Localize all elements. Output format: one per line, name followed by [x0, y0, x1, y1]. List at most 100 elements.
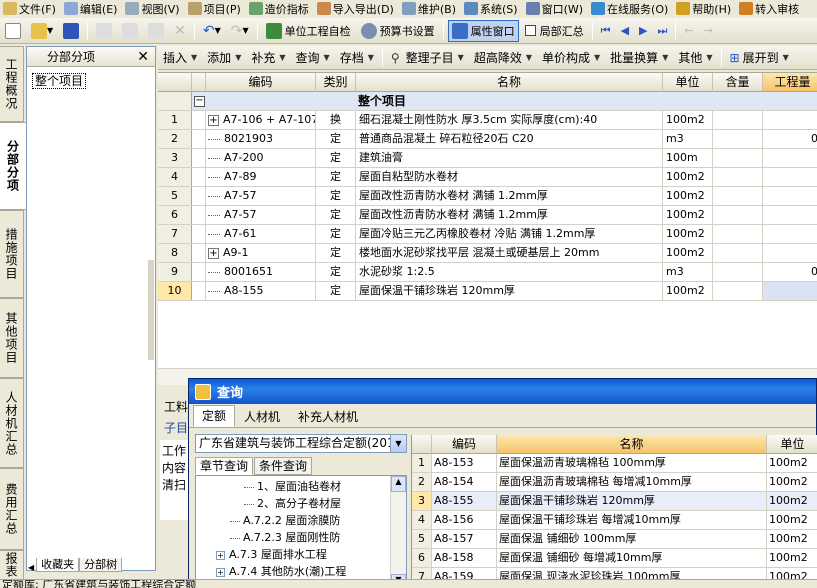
back-button[interactable]: ←: [680, 20, 697, 42]
menu-import-export[interactable]: 导入导出(D): [314, 0, 399, 17]
menu-edit-menu[interactable]: 编辑(E): [61, 0, 123, 17]
result-name-cell[interactable]: 屋面保温 铺细砂 100mm厚: [497, 530, 767, 548]
result-unit-cell[interactable]: 100m2: [767, 549, 817, 567]
type-cell[interactable]: 定: [316, 282, 356, 300]
side-tab-1[interactable]: 工程概况: [0, 46, 24, 122]
grid-toolbar-button-10[interactable]: 其他 ▼: [673, 49, 717, 66]
code-cell[interactable]: A7-57: [206, 206, 316, 224]
tree-node[interactable]: 2、高分子卷材屋: [244, 495, 341, 512]
grid-header-7[interactable]: 工程量: [763, 73, 817, 92]
code-cell[interactable]: 8001651: [206, 263, 316, 281]
paste-button[interactable]: [144, 20, 168, 42]
tab-sub-item[interactable]: 子目: [164, 419, 190, 436]
tab-division-tree[interactable]: 分部树: [79, 558, 123, 572]
name-cell[interactable]: 水泥砂浆 1:2.5: [356, 263, 663, 281]
result-code-cell[interactable]: A8-154: [432, 473, 497, 491]
content-cell[interactable]: [713, 206, 763, 224]
table-row[interactable]: 1 + A7-106 + A7-107 换细石混凝土刚性防水 厚3.5cm 实际厚度(…: [158, 111, 817, 130]
menu-help[interactable]: 帮助(H): [673, 0, 736, 17]
side-tab-3[interactable]: 措施项目: [0, 210, 24, 298]
menu-cost-index[interactable]: 造价指标: [246, 0, 314, 17]
result-name-cell[interactable]: 屋面保温 铺细砂 每增减10mm厚: [497, 549, 767, 567]
grid-toolbar-button-7[interactable]: 超高降效 ▼: [469, 49, 537, 66]
name-cell[interactable]: 细石混凝土刚性防水 厚3.5cm 实际厚度(cm):40: [356, 111, 663, 129]
code-cell[interactable]: A7-89: [206, 168, 316, 186]
result-name-cell[interactable]: 屋面保温沥青玻璃棉毡 每增减10mm厚: [497, 473, 767, 491]
menu-system[interactable]: 系统(S): [461, 0, 523, 17]
scroll-left-icon[interactable]: ◀: [26, 563, 36, 572]
quantity-cell[interactable]: 0: [763, 130, 817, 148]
tab-labor-material[interactable]: 工料: [164, 398, 190, 415]
results-header-1[interactable]: 编码: [432, 435, 497, 454]
result-name-cell[interactable]: 屋面保温干铺珍珠岩 每增减10mm厚: [497, 511, 767, 529]
unit-cell[interactable]: 100m2: [663, 111, 713, 129]
name-cell[interactable]: 建筑油膏: [356, 149, 663, 167]
type-cell[interactable]: 定: [316, 206, 356, 224]
tree-root-item[interactable]: 整个项目: [32, 72, 155, 89]
unit-check-button[interactable]: 单位工程自检: [262, 20, 355, 42]
quantity-cell[interactable]: [763, 187, 817, 205]
content-cell[interactable]: [713, 225, 763, 243]
code-cell[interactable]: A8-155: [206, 282, 316, 300]
result-unit-cell[interactable]: 100m2: [767, 530, 817, 548]
grid-toolbar-button-3[interactable]: 补充 ▼: [246, 49, 290, 66]
result-code-cell[interactable]: A8-158: [432, 549, 497, 567]
first-button[interactable]: ⏮: [597, 20, 615, 42]
result-row[interactable]: 1 A8-153 屋面保温沥青玻璃棉毡 100mm厚 100m2: [412, 454, 817, 473]
grid-header-5[interactable]: 单位: [663, 73, 713, 92]
tab-chapter-search[interactable]: 章节查询: [195, 457, 254, 475]
content-cell[interactable]: [713, 244, 763, 262]
type-cell[interactable]: 定: [316, 187, 356, 205]
tab-favorites[interactable]: 收藏夹: [36, 558, 80, 572]
dialog-tab-1[interactable]: 定额: [193, 405, 236, 427]
name-cell[interactable]: 楼地面水泥砂浆找平层 混凝土或硬基层上 20mm: [356, 244, 663, 262]
unit-cell[interactable]: 100m2: [663, 282, 713, 300]
code-cell[interactable]: + A9-1: [206, 244, 316, 262]
results-header-2[interactable]: 名称: [497, 435, 767, 454]
grid-toolbar-button-5[interactable]: 存档 ▼: [335, 49, 379, 66]
delete-button[interactable]: ✕: [170, 20, 190, 42]
side-tab-7[interactable]: 报表: [0, 550, 24, 580]
result-code-cell[interactable]: A8-156: [432, 511, 497, 529]
menu-online-service[interactable]: 在线服务(O): [588, 0, 673, 17]
code-cell[interactable]: A7-61: [206, 225, 316, 243]
quantity-cell[interactable]: [763, 244, 817, 262]
side-tab-2[interactable]: 分部分项: [0, 122, 26, 210]
tree-node[interactable]: + A.7.3 屋面排水工程: [216, 546, 327, 563]
name-cell[interactable]: 屋面自粘型防水卷材: [356, 168, 663, 186]
group-row[interactable]: − 整个项目: [158, 92, 817, 111]
last-button[interactable]: ⏭: [654, 20, 672, 42]
grid-toolbar-button-8[interactable]: 单价构成 ▼: [537, 49, 605, 66]
quantity-cell[interactable]: 0: [763, 263, 817, 281]
unit-cell[interactable]: m3: [663, 130, 713, 148]
content-cell[interactable]: [713, 168, 763, 186]
content-cell[interactable]: [713, 263, 763, 281]
type-cell[interactable]: 定: [316, 130, 356, 148]
result-row[interactable]: 6 A8-158 屋面保温 铺细砂 每增减10mm厚 100m2: [412, 549, 817, 568]
forward-button[interactable]: →: [700, 20, 717, 42]
results-header-3[interactable]: 单位: [767, 435, 817, 454]
expand-plus-icon[interactable]: +: [216, 550, 225, 560]
name-cell[interactable]: 屋面改性沥青防水卷材 满铺 1.2mm厚: [356, 187, 663, 205]
content-cell[interactable]: [713, 282, 763, 300]
menu-maintain[interactable]: 维护(B): [399, 0, 461, 17]
redo-button[interactable]: ↷ ▼: [227, 20, 253, 42]
menu-transfer-audit[interactable]: 转入审核: [736, 0, 804, 17]
copy-button[interactable]: [118, 20, 142, 42]
grid-header-3[interactable]: 类别: [316, 73, 356, 92]
result-unit-cell[interactable]: 100m2: [767, 454, 817, 472]
budget-setup-button[interactable]: 预算书设置: [357, 20, 439, 42]
table-row[interactable]: 4 A7-89 定屋面自粘型防水卷材 100m2: [158, 168, 817, 187]
side-tab-6[interactable]: 费用汇总: [0, 468, 24, 550]
result-unit-cell[interactable]: 100m2: [767, 473, 817, 491]
name-cell[interactable]: 屋面改性沥青防水卷材 满铺 1.2mm厚: [356, 206, 663, 224]
grid-header-0[interactable]: [158, 73, 192, 92]
type-cell[interactable]: 定: [316, 244, 356, 262]
table-row[interactable]: 2 8021903 定普通商品混凝土 碎石粒径20石 C20m3 0: [158, 130, 817, 149]
grid-header-2[interactable]: 编码: [206, 73, 316, 92]
code-cell[interactable]: 8021903: [206, 130, 316, 148]
side-tab-5[interactable]: 人材机汇总: [0, 378, 24, 468]
result-row[interactable]: 5 A8-157 屋面保温 铺细砂 100mm厚 100m2: [412, 530, 817, 549]
result-code-cell[interactable]: A8-155: [432, 492, 497, 510]
expand-plus-icon[interactable]: +: [216, 567, 225, 577]
